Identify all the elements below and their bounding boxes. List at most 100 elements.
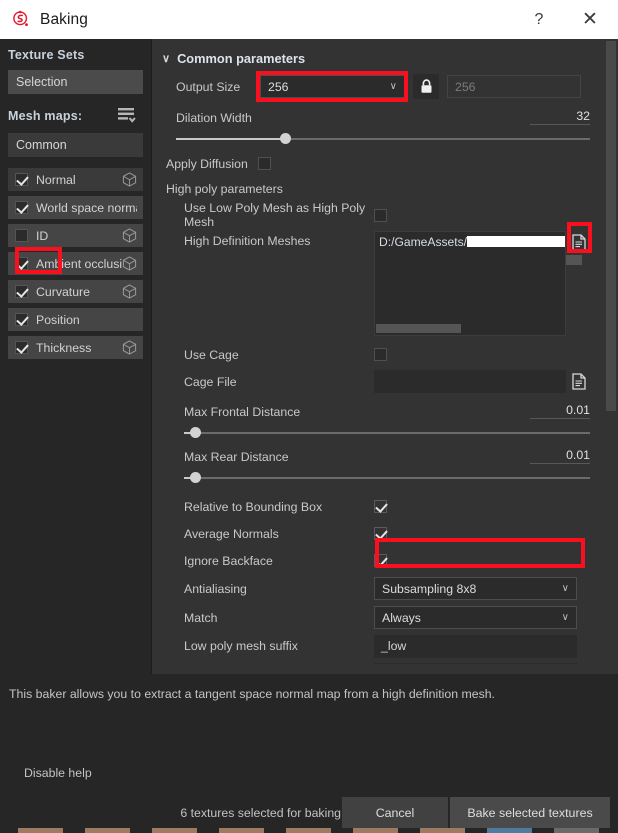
- max-rear-distance-value[interactable]: 0.01: [530, 448, 590, 464]
- cage-file-input[interactable]: [374, 370, 566, 393]
- dilation-width-value[interactable]: 32: [530, 109, 590, 125]
- apply-diffusion-checkbox[interactable]: [258, 157, 271, 170]
- apply-diffusion-row: Apply Diffusion: [152, 150, 604, 177]
- file-document-icon: [571, 234, 586, 251]
- match-row: Match Always ∨: [152, 603, 604, 632]
- match-dropdown[interactable]: Always ∨: [374, 606, 577, 629]
- high-poly-suffix-input[interactable]: _high: [374, 662, 577, 664]
- slider-fill: [176, 138, 288, 140]
- mesh-cube-icon[interactable]: [122, 172, 137, 187]
- max-frontal-distance-value[interactable]: 0.01: [530, 403, 590, 419]
- average-normals-checkbox[interactable]: [374, 527, 387, 540]
- thumbnail-item: [554, 828, 599, 833]
- mesh-map-row-ambient-occlusion[interactable]: Ambient occlusion: [8, 252, 143, 275]
- max-rear-distance-label: Max Rear Distance: [184, 450, 289, 464]
- thumbnail-item: [353, 828, 398, 833]
- high-definition-meshes-label: High Definition Meshes: [184, 234, 311, 248]
- mesh-map-checkbox[interactable]: [15, 201, 28, 214]
- max-frontal-distance-head: Max Frontal Distance 0.01: [184, 403, 590, 419]
- common-parameters-header[interactable]: ∨ Common parameters: [152, 39, 604, 66]
- use-low-poly-checkbox[interactable]: [374, 208, 387, 222]
- output-size-lock-button[interactable]: [413, 74, 439, 99]
- average-normals-label: Average Normals: [184, 526, 279, 541]
- mesh-map-checkbox[interactable]: [15, 229, 28, 242]
- mesh-map-checkbox[interactable]: [15, 341, 28, 354]
- help-button[interactable]: ?: [516, 0, 562, 39]
- high-definition-meshes-row: High Definition Meshes D:/GameAssets//C: [152, 229, 604, 341]
- slider-track: [184, 432, 590, 434]
- padlock-locked-icon: [421, 79, 431, 93]
- list-menu-icon[interactable]: [117, 107, 137, 124]
- chevron-down-icon: ∨: [561, 612, 569, 623]
- selection-count-label: 6 textures selected for baking: [180, 805, 341, 820]
- antialiasing-dropdown[interactable]: Subsampling 8x8 ∨: [374, 577, 577, 600]
- mesh-cube-icon[interactable]: [122, 228, 137, 243]
- relative-bounding-box-row: Relative to Bounding Box: [152, 493, 604, 520]
- mesh-map-label: Curvature: [36, 284, 90, 299]
- max-rear-distance-slider[interactable]: [184, 471, 590, 485]
- disable-help-link[interactable]: Disable help: [24, 766, 92, 780]
- high-poly-suffix-row: High poly mesh suffix _high: [152, 660, 604, 664]
- slider-knob[interactable]: [190, 427, 202, 438]
- low-poly-suffix-row: Low poly mesh suffix _low: [152, 632, 604, 660]
- max-rear-distance-row: Max Rear Distance 0.01: [152, 440, 604, 485]
- mesh-cube-icon[interactable]: [122, 340, 137, 355]
- chevron-down-icon[interactable]: ∨: [162, 52, 170, 65]
- help-text: This baker allows you to extract a tange…: [9, 687, 495, 701]
- antialiasing-value: Subsampling 8x8: [382, 581, 477, 596]
- cage-file-row: Cage File: [152, 368, 604, 395]
- cancel-button[interactable]: Cancel: [342, 797, 448, 828]
- mesh-map-row-position[interactable]: Position: [8, 308, 143, 331]
- mesh-map-common-field[interactable]: Common: [8, 133, 143, 157]
- mesh-map-checkbox[interactable]: [15, 173, 28, 186]
- thumbnail-item: [152, 828, 197, 833]
- slider-knob[interactable]: [190, 472, 202, 483]
- parameters-scroll-area: ∨ Common parameters Output Size 256 ∨ 25…: [152, 39, 604, 664]
- cage-file-browse-button[interactable]: [570, 372, 587, 391]
- mesh-cube-icon[interactable]: [122, 256, 137, 271]
- use-cage-label: Use Cage: [184, 347, 239, 362]
- dilation-width-slider[interactable]: [176, 132, 590, 146]
- use-cage-checkbox[interactable]: [374, 348, 387, 361]
- ignore-backface-checkbox[interactable]: [374, 554, 387, 567]
- window-title: Baking: [40, 10, 88, 28]
- output-size-linked-field[interactable]: 256: [447, 75, 581, 98]
- mesh-map-row-world-space-normal[interactable]: World space normal: [8, 196, 143, 219]
- texture-sets-header: Texture Sets: [8, 48, 85, 62]
- close-button[interactable]: ✕: [562, 0, 618, 39]
- texture-set-selector[interactable]: Selection: [8, 70, 143, 94]
- high-definition-mesh-path: D:/GameAssets//C: [375, 232, 565, 249]
- low-poly-suffix-label: Low poly mesh suffix: [184, 639, 298, 653]
- thumbnail-item: [286, 828, 331, 833]
- slider-knob[interactable]: [279, 133, 291, 144]
- output-size-value: 256: [268, 79, 289, 94]
- high-definition-meshes-browse-button[interactable]: [570, 233, 587, 252]
- mesh-map-checkbox[interactable]: [15, 285, 28, 298]
- mesh-map-checkbox[interactable]: [15, 257, 28, 270]
- mesh-maps-label: Mesh maps:: [8, 108, 83, 123]
- cage-file-label: Cage File: [184, 374, 237, 389]
- mesh-map-checkbox[interactable]: [15, 313, 28, 326]
- high-definition-meshes-list[interactable]: D:/GameAssets//C: [374, 231, 566, 336]
- max-rear-distance-head: Max Rear Distance 0.01: [184, 448, 590, 464]
- mesh-cube-icon[interactable]: [122, 284, 137, 299]
- mesh-maps-header: Mesh maps:: [0, 94, 151, 124]
- use-low-poly-label: Use Low Poly Mesh as High Poly Mesh: [184, 201, 366, 229]
- high-definition-meshes-remove-button[interactable]: [566, 255, 582, 265]
- horizontal-scrollbar[interactable]: [376, 324, 461, 333]
- low-poly-suffix-input[interactable]: _low: [374, 634, 577, 658]
- mesh-map-label: Normal: [36, 172, 76, 187]
- substance-painter-logo-icon: [13, 10, 28, 26]
- relative-bounding-box-label: Relative to Bounding Box: [184, 499, 323, 514]
- output-size-dropdown[interactable]: 256 ∨: [260, 75, 405, 98]
- max-frontal-distance-slider[interactable]: [184, 426, 590, 440]
- mesh-map-row-id[interactable]: ID: [8, 224, 143, 247]
- mesh-map-row-normal[interactable]: Normal: [8, 168, 143, 191]
- vertical-scrollbar-thumb[interactable]: [606, 41, 616, 411]
- mesh-map-row-thickness[interactable]: Thickness: [8, 336, 143, 359]
- mesh-map-row-curvature[interactable]: Curvature: [8, 280, 143, 303]
- use-low-poly-row: Use Low Poly Mesh as High Poly Mesh: [152, 201, 604, 229]
- bake-selected-textures-button[interactable]: Bake selected textures: [450, 797, 610, 828]
- dilation-width-head: Dilation Width 32: [176, 109, 590, 125]
- relative-bounding-box-checkbox[interactable]: [374, 500, 387, 513]
